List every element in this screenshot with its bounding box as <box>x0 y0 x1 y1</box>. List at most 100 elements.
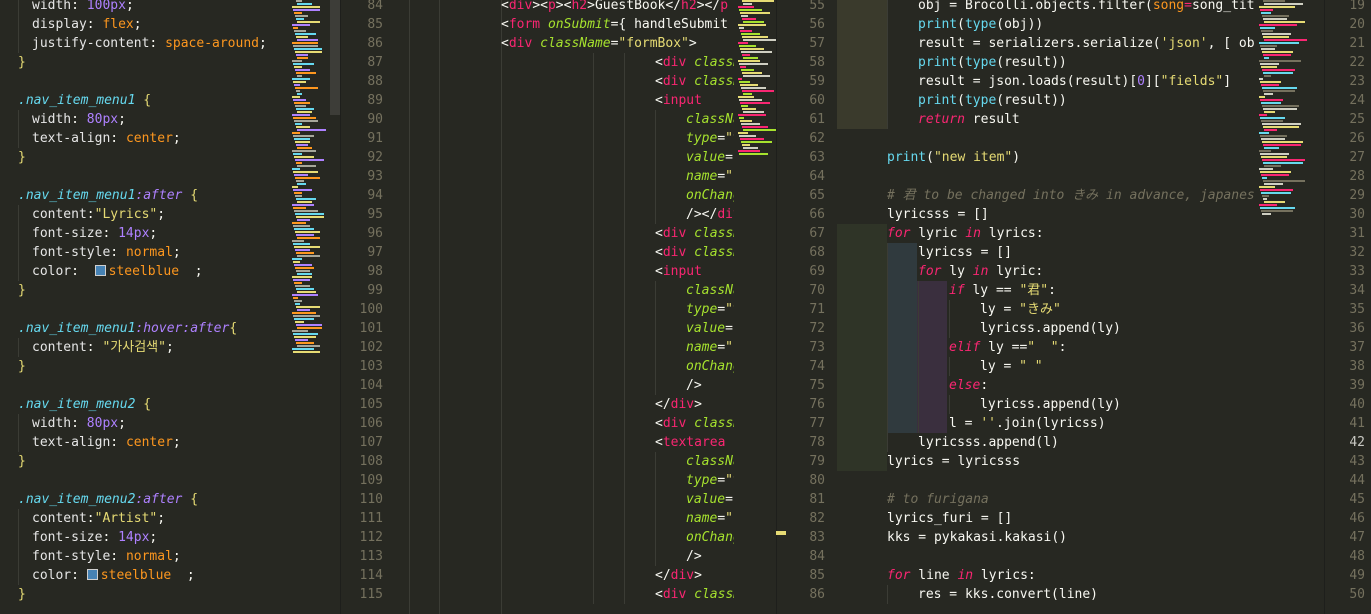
code-line[interactable]: font-style: normal; <box>32 243 181 262</box>
code-line[interactable]: .nav_item_menu1:after { <box>18 186 198 205</box>
code-line[interactable]: font-size: 14px; <box>32 528 157 547</box>
code-line[interactable]: /> <box>686 547 702 566</box>
code-line[interactable]: result = serializers.serialize('json', [… <box>918 34 1255 53</box>
code-line[interactable]: name="passwor <box>686 338 734 357</box>
code-line[interactable]: className="te <box>686 452 734 471</box>
code-line[interactable]: .nav_item_menu2:after { <box>18 490 198 509</box>
code-line[interactable]: display: flex; <box>32 15 142 34</box>
code-line[interactable]: content:"Artist"; <box>32 509 165 528</box>
code-line[interactable]: value={ name <box>686 148 734 167</box>
color-swatch-icon[interactable] <box>94 265 106 276</box>
code-line[interactable]: value={ conte <box>686 490 734 509</box>
code-line[interactable]: print("new item") <box>887 148 1020 167</box>
code-line[interactable]: /> <box>686 376 702 395</box>
code-line[interactable]: /></div> <box>686 205 734 224</box>
code-line[interactable]: content: "가사검색"; <box>32 338 174 357</box>
code-line[interactable]: <div><p><h2>GuestBook</h2></p <box>501 0 728 15</box>
code-line[interactable]: return result <box>918 110 1020 129</box>
code-line[interactable]: elif ly ==" ": <box>949 338 1066 357</box>
code-line[interactable]: </div> <box>655 395 702 414</box>
code-line[interactable]: .nav_item_menu1 { <box>18 91 151 110</box>
code-line[interactable]: for ly in lyric: <box>918 262 1043 281</box>
code-line[interactable]: <div className="i <box>655 72 734 91</box>
code-line[interactable]: } <box>18 281 26 300</box>
code-line[interactable]: lyrics = lyricsss <box>887 452 1020 471</box>
code-line[interactable]: text-align: center; <box>32 433 181 452</box>
code-line[interactable]: print(type(obj)) <box>918 15 1043 34</box>
code-line[interactable]: # 君 to be changed into きみ in advance, ja… <box>887 186 1255 205</box>
code-line[interactable]: obj = Brocolli.objects.filter(song=song_… <box>918 0 1255 15</box>
code-line[interactable]: width: 80px; <box>32 414 126 433</box>
code-line[interactable]: <div className="formBox"> <box>501 34 697 53</box>
css-minimap[interactable] <box>290 0 330 614</box>
code-line[interactable]: width: 80px; <box>32 110 126 129</box>
code-line[interactable]: lyricss.append(ly) <box>980 395 1121 414</box>
code-line[interactable]: content:"Lyrics"; <box>32 205 165 224</box>
code-line[interactable]: <div className="i <box>655 243 734 262</box>
code-line[interactable]: justify-content: space-around; <box>32 34 267 53</box>
code-line[interactable]: <div className="s <box>655 585 734 604</box>
css-scrollbar-thumb[interactable] <box>330 0 340 115</box>
code-line[interactable]: name="content <box>686 509 734 528</box>
code-line[interactable]: lyricss = [] <box>918 243 1012 262</box>
color-swatch-icon[interactable] <box>86 569 98 580</box>
code-line[interactable]: font-size: 14px; <box>32 224 157 243</box>
code-line[interactable]: <div className="t <box>655 414 734 433</box>
code-line[interactable]: name="name" <box>686 167 734 186</box>
code-line[interactable]: else: <box>949 376 988 395</box>
code-line[interactable]: value={ passw <box>686 319 734 338</box>
code-line[interactable]: for lyric in lyrics: <box>887 224 1044 243</box>
code-line[interactable]: color: steelblue ; <box>32 262 203 281</box>
minimap-line <box>1264 183 1283 185</box>
code-line[interactable]: type="text" <box>686 471 734 490</box>
code-line[interactable]: } <box>18 148 26 167</box>
code-line[interactable]: type="text" <box>686 300 734 319</box>
code-line[interactable]: width: 100px; <box>32 0 134 15</box>
code-line[interactable]: .nav_item_menu1:hover:after{ <box>18 319 237 338</box>
py-minimap[interactable] <box>1255 0 1310 614</box>
code-line[interactable]: lyricsss = [] <box>887 205 989 224</box>
code-line[interactable]: print(type(result)) <box>918 53 1067 72</box>
code-line[interactable]: if ly == "君": <box>949 281 1056 300</box>
code-token: div <box>717 207 734 222</box>
code-line[interactable]: onChange={e = <box>686 528 734 547</box>
code-token: : <box>86 340 103 355</box>
jsx-editor-pane[interactable]: <div><p><h2>GuestBook</h2></p <form onSub… <box>391 0 734 614</box>
code-line[interactable]: } <box>18 585 26 604</box>
code-line[interactable]: onChange={e = <box>686 186 734 205</box>
code-line[interactable]: res = kks.convert(line) <box>918 585 1098 604</box>
code-line[interactable]: lyricsss.append(l) <box>918 433 1059 452</box>
code-line[interactable]: color: steelblue ; <box>32 566 195 585</box>
code-line[interactable]: kks = pykakasi.kakasi() <box>887 528 1067 547</box>
code-line[interactable]: result = json.loads(result)[0]["fields"] <box>918 72 1231 91</box>
code-line[interactable]: <textarea <box>655 433 725 452</box>
code-line[interactable]: } <box>18 452 26 471</box>
code-line[interactable]: font-style: normal; <box>32 547 181 566</box>
code-token: = <box>1184 0 1192 13</box>
code-line[interactable]: ly = " " <box>980 357 1043 376</box>
code-line[interactable]: className="in <box>686 110 734 129</box>
code-line[interactable]: } <box>18 53 26 72</box>
code-line[interactable]: className="in <box>686 281 734 300</box>
code-line[interactable]: text-align: center; <box>32 129 181 148</box>
code-line[interactable]: l = ''.join(lyricss) <box>949 414 1106 433</box>
code-line[interactable]: <div className="d <box>655 53 734 72</box>
code-line[interactable]: lyrics_furi = [] <box>887 509 1012 528</box>
jsx-minimap[interactable] <box>734 0 776 614</box>
code-line[interactable]: print(type(result)) <box>918 91 1067 110</box>
code-line[interactable]: onChange={e = <box>686 357 734 376</box>
code-line[interactable]: # to furigana <box>887 490 989 509</box>
code-line[interactable]: } <box>18 357 26 376</box>
code-line[interactable]: ly = "きみ" <box>980 300 1061 319</box>
code-line[interactable]: <form onSubmit={ handleSubmit <box>501 15 728 34</box>
code-line[interactable]: </div> <box>655 566 702 585</box>
code-line[interactable]: <div className="d <box>655 224 734 243</box>
css-editor-pane[interactable]: width: 100px; display: flex; justify-conte… <box>0 0 290 614</box>
py-editor-pane[interactable]: obj = Brocolli.objects.filter(song=song_… <box>837 0 1255 614</box>
code-line[interactable]: <input <box>655 91 702 110</box>
code-line[interactable]: type="text" <box>686 129 734 148</box>
code-line[interactable]: <input <box>655 262 702 281</box>
code-line[interactable]: .nav_item_menu2 { <box>18 395 151 414</box>
code-line[interactable]: for line in lyrics: <box>887 566 1036 585</box>
code-line[interactable]: lyricss.append(ly) <box>980 319 1121 338</box>
